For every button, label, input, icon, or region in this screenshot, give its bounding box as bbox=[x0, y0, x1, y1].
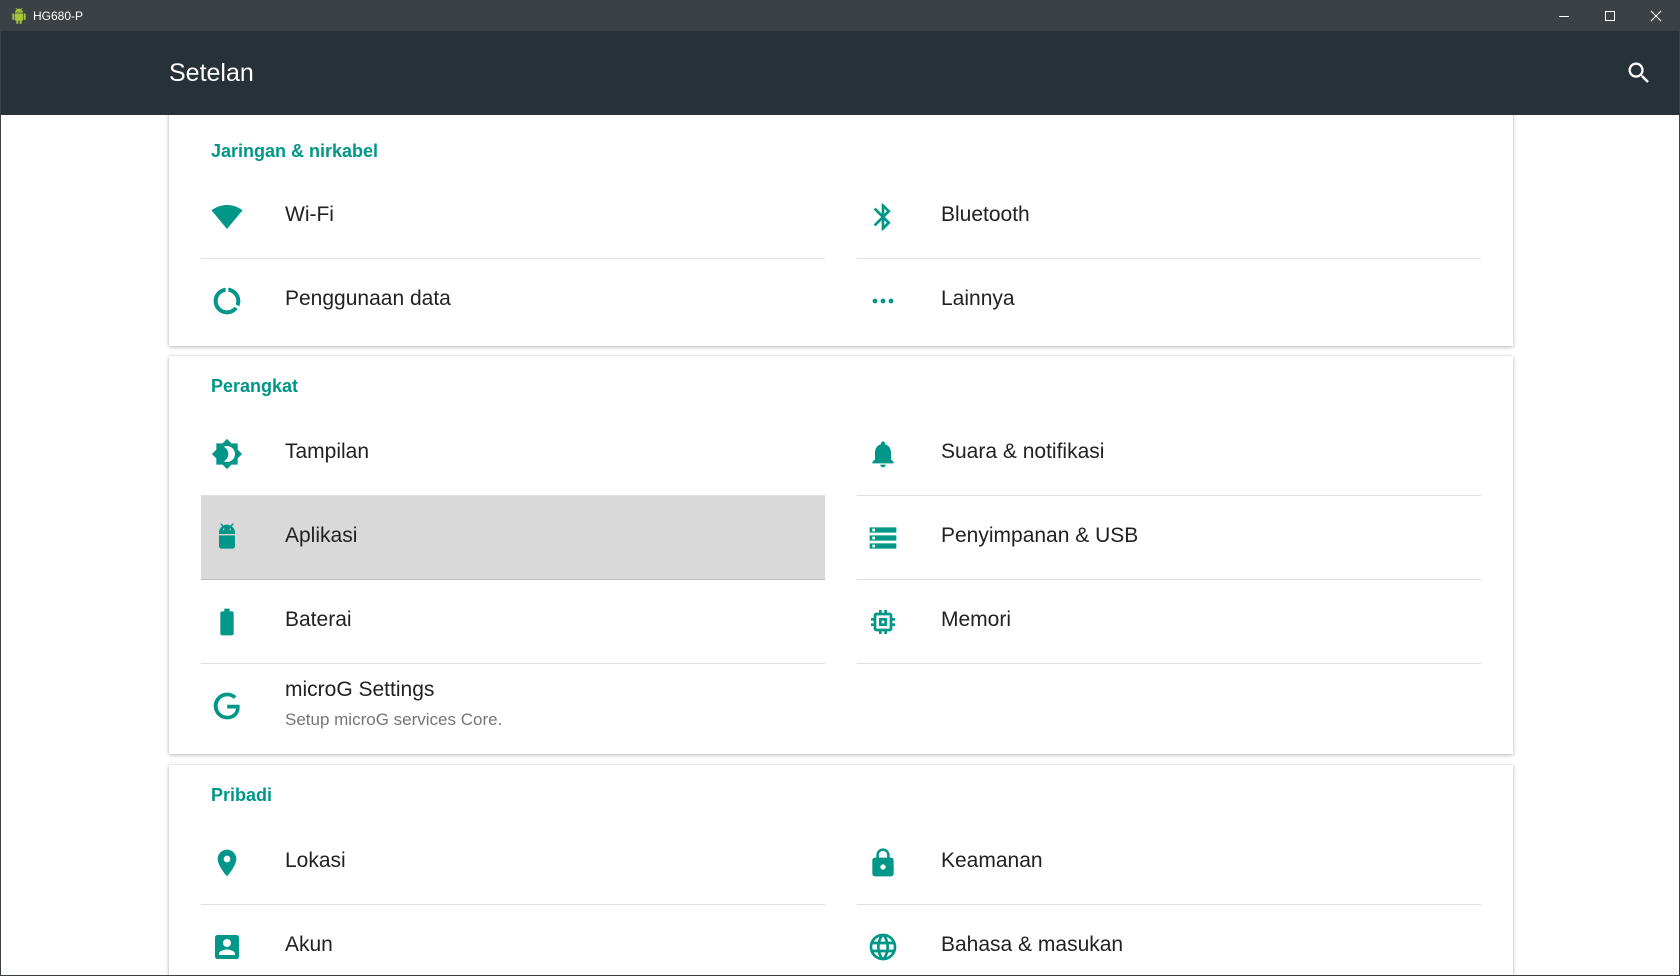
android-app-icon bbox=[11, 7, 27, 24]
minimize-icon bbox=[1559, 15, 1569, 17]
setting-label: microG Settings bbox=[285, 678, 435, 701]
maximize-button[interactable] bbox=[1587, 0, 1633, 31]
setting-label: Penyimpanan & USB bbox=[941, 524, 1139, 547]
window-titlebar[interactable]: HG680-P bbox=[1, 0, 1679, 31]
setting-label: Memori bbox=[941, 608, 1012, 631]
setting-label: Penggunaan data bbox=[285, 287, 451, 310]
more-horiz-icon bbox=[867, 285, 899, 317]
setting-apps[interactable]: Aplikasi bbox=[201, 496, 825, 580]
setting-label: Tampilan bbox=[285, 440, 370, 463]
setting-data-usage[interactable]: Penggunaan data bbox=[201, 259, 825, 343]
wifi-icon bbox=[211, 201, 243, 233]
minimize-button[interactable] bbox=[1541, 0, 1587, 31]
setting-microg[interactable]: microG Settings Setup microG services Co… bbox=[201, 664, 825, 748]
setting-summary: Setup microG services Core. bbox=[285, 710, 503, 729]
setting-label: Baterai bbox=[285, 608, 352, 631]
personal-section-card: Pribadi Lokasi Keamanan Akun Bahasa & ma… bbox=[169, 765, 1513, 975]
section-title-personal: Pribadi bbox=[211, 785, 273, 805]
section-title-device: Perangkat bbox=[211, 376, 299, 396]
search-icon bbox=[1628, 62, 1649, 83]
setting-label: Wi-Fi bbox=[285, 203, 334, 226]
setting-label: Lainnya bbox=[941, 287, 1015, 310]
setting-label: Bahasa & masukan bbox=[941, 933, 1124, 956]
setting-label: Aplikasi bbox=[285, 524, 358, 547]
google-g-icon bbox=[211, 690, 243, 722]
section-title-wireless: Jaringan & nirkabel bbox=[211, 141, 379, 161]
brightness-icon bbox=[211, 438, 243, 470]
settings-toolbar: Setelan bbox=[1, 31, 1679, 115]
globe-icon bbox=[867, 931, 899, 963]
setting-memory[interactable]: Memori bbox=[857, 580, 1481, 664]
data-usage-icon bbox=[211, 285, 243, 317]
maximize-icon bbox=[1605, 10, 1615, 21]
setting-sound-notification[interactable]: Suara & notifikasi bbox=[857, 412, 1481, 496]
setting-label: Lokasi bbox=[285, 849, 346, 872]
setting-label: Suara & notifikasi bbox=[941, 440, 1105, 463]
setting-accounts[interactable]: Akun bbox=[201, 905, 825, 975]
wireless-section-card: Jaringan & nirkabel Wi-Fi Bluetooth Peng… bbox=[169, 115, 1513, 346]
setting-language-input[interactable]: Bahasa & masukan bbox=[857, 905, 1481, 975]
android-icon bbox=[211, 522, 243, 554]
location-pin-icon bbox=[211, 847, 243, 879]
battery-icon bbox=[211, 606, 243, 638]
account-box-icon bbox=[211, 931, 243, 963]
storage-icon bbox=[867, 522, 899, 554]
device-section-card: Perangkat Tampilan Suara & notifikasi Ap… bbox=[169, 356, 1513, 754]
close-icon bbox=[1650, 10, 1662, 21]
page-title: Setelan bbox=[169, 58, 254, 87]
window-controls bbox=[1541, 0, 1679, 31]
search-button[interactable] bbox=[1615, 49, 1663, 97]
setting-storage-usb[interactable]: Penyimpanan & USB bbox=[857, 496, 1481, 580]
bluetooth-icon bbox=[867, 201, 899, 233]
lock-icon bbox=[867, 847, 899, 879]
bell-icon bbox=[867, 438, 899, 470]
setting-battery[interactable]: Baterai bbox=[201, 580, 825, 664]
setting-label: Keamanan bbox=[941, 849, 1043, 872]
close-window-button[interactable] bbox=[1633, 0, 1679, 31]
setting-label: Akun bbox=[285, 933, 333, 956]
window-title: HG680-P bbox=[33, 8, 84, 23]
setting-label: Bluetooth bbox=[941, 203, 1030, 226]
setting-security[interactable]: Keamanan bbox=[857, 821, 1481, 905]
memory-chip-icon bbox=[867, 606, 899, 638]
setting-location[interactable]: Lokasi bbox=[201, 821, 825, 905]
setting-more[interactable]: Lainnya bbox=[857, 259, 1481, 343]
setting-display[interactable]: Tampilan bbox=[201, 412, 825, 496]
settings-list[interactable]: Jaringan & nirkabel Wi-Fi Bluetooth Peng… bbox=[1, 115, 1679, 975]
setting-wifi[interactable]: Wi-Fi bbox=[201, 175, 825, 259]
setting-bluetooth[interactable]: Bluetooth bbox=[857, 175, 1481, 259]
app-window: HG680-P Setelan Jaringan & nirkabel Wi-F… bbox=[0, 0, 1680, 976]
